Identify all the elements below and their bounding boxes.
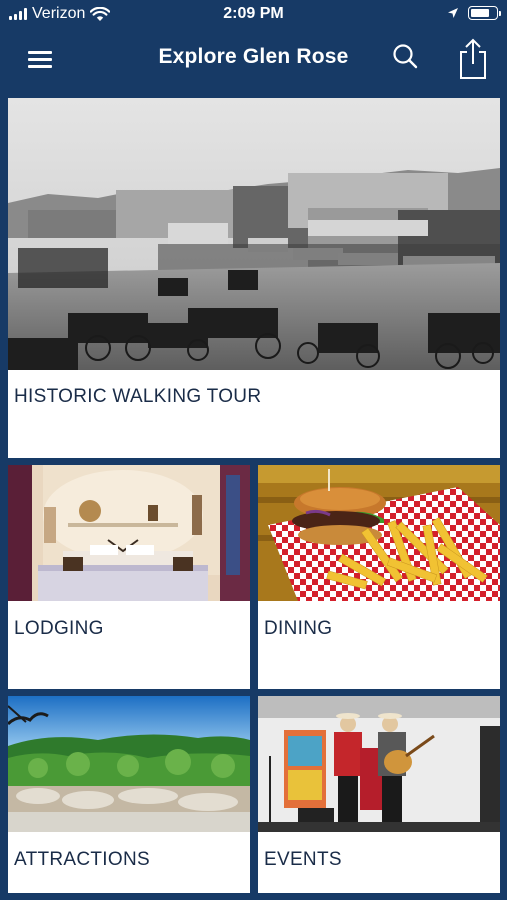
card-label: HISTORIC WALKING TOUR	[14, 386, 262, 407]
location-arrow-icon	[448, 8, 458, 18]
card-attractions[interactable]: ATTRACTIONS	[8, 696, 250, 893]
battery-level	[471, 9, 489, 17]
status-bar: Verizon 2:09 PM	[0, 0, 507, 30]
status-right	[447, 6, 501, 20]
card-label: DINING	[264, 618, 333, 639]
status-time: 2:09 PM	[223, 5, 284, 22]
landscape-river-photo	[8, 696, 250, 832]
burger-and-fries-photo	[258, 465, 500, 601]
search-button[interactable]	[390, 42, 422, 74]
bedroom-photo	[8, 465, 250, 601]
card-lodging[interactable]: LODGING	[8, 465, 250, 689]
page-title: Explore Glen Rose	[158, 45, 349, 68]
nav-bar: Explore Glen Rose	[0, 30, 507, 90]
battery-icon	[468, 6, 501, 20]
search-icon	[393, 44, 418, 69]
card-label: LODGING	[14, 618, 104, 639]
card-events[interactable]: EVENTS	[258, 696, 500, 893]
historic-street-photo	[8, 98, 500, 370]
card-label: ATTRACTIONS	[14, 849, 150, 870]
musicians-on-stage-photo	[258, 696, 500, 832]
card-historic-walking-tour[interactable]: HISTORIC WALKING TOUR	[8, 98, 500, 458]
card-label: EVENTS	[264, 849, 342, 870]
share-icon	[460, 38, 486, 79]
share-button[interactable]	[455, 36, 491, 80]
card-dining[interactable]: DINING	[258, 465, 500, 689]
